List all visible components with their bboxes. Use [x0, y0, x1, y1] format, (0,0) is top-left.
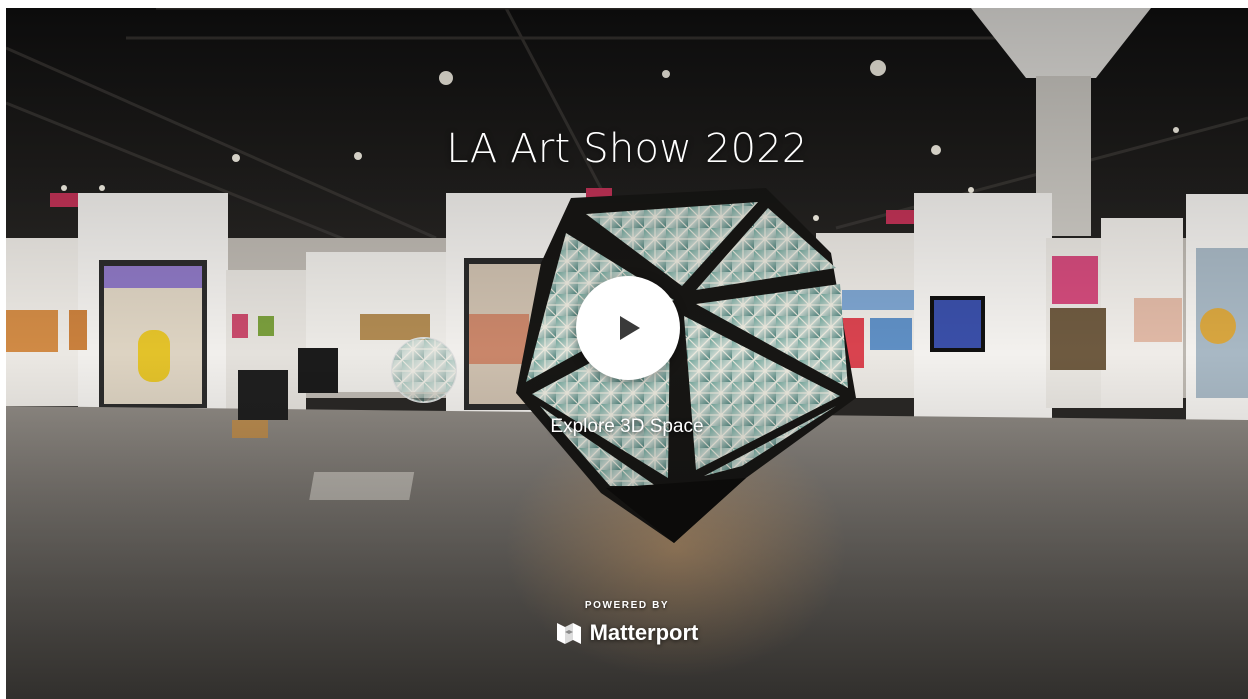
brand-name: Matterport [589, 620, 699, 645]
play-button[interactable] [576, 276, 680, 380]
explore-3d-space-label[interactable]: Explore 3D Space [6, 416, 1248, 438]
matterport-tour-viewer[interactable]: LA Art Show 2022 Explore 3D Space POWERE… [6, 8, 1248, 699]
tour-title: LA Art Show 2022 [446, 126, 808, 172]
powered-by-label: POWERED BY [584, 600, 670, 611]
matterport-logo-icon [556, 623, 581, 644]
matterport-brand-link[interactable]: Matterport [6, 620, 1248, 646]
play-icon [620, 316, 640, 340]
